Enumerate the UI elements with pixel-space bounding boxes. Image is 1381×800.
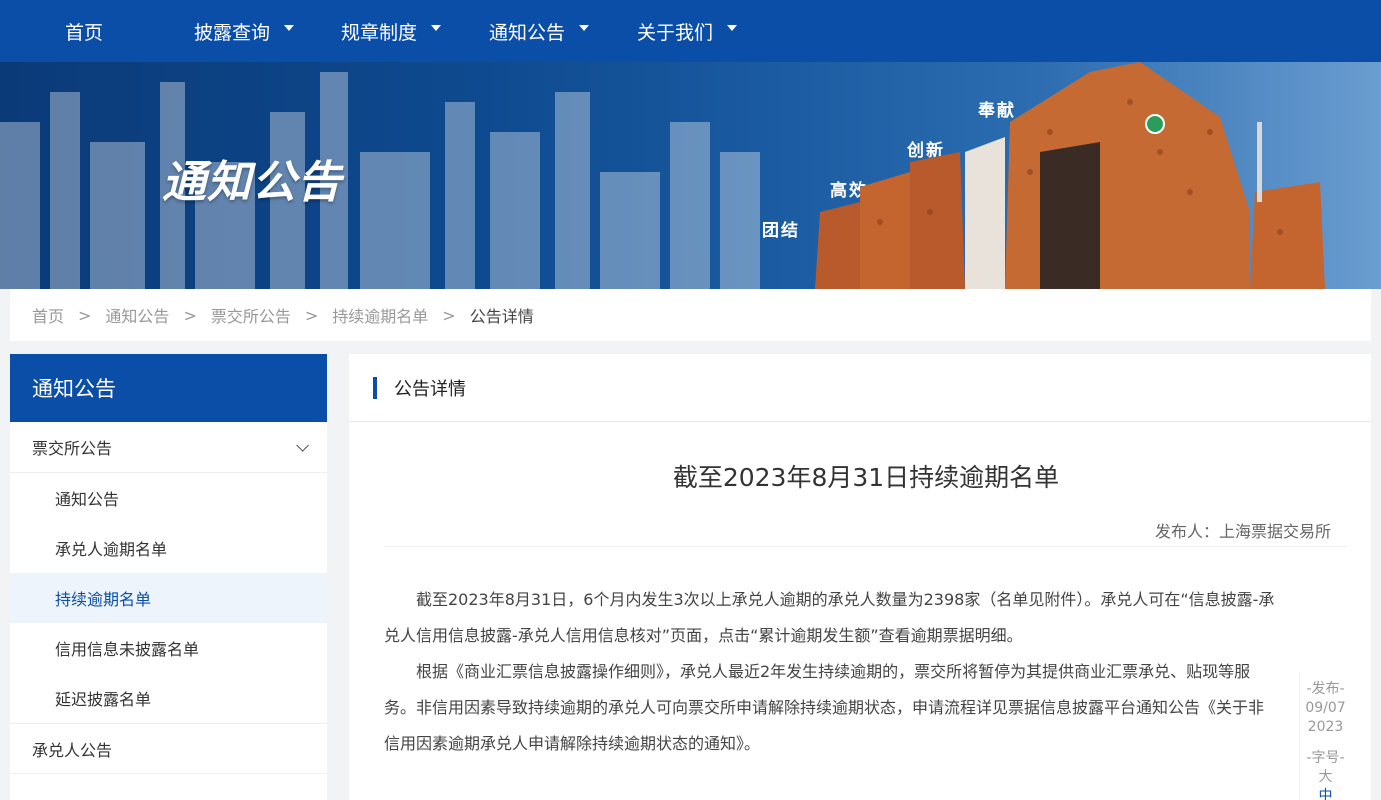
caret-down-icon [727, 25, 738, 31]
section-accent-bar [373, 376, 377, 399]
breadcrumb: 首页 > 通知公告 > 票交所公告 > 持续逾期名单 > 公告详情 [10, 289, 1371, 341]
nav-regulations-label: 规章制度 [341, 21, 418, 44]
nav-notices-label: 通知公告 [489, 21, 566, 44]
sidebar-item-delayed-disclosure[interactable]: 延迟披露名单 [10, 673, 327, 723]
article-title: 截至2023年8月31日持续逾期名单 [672, 463, 1060, 492]
nav-about[interactable]: 关于我们 [637, 0, 738, 62]
chevron-down-icon [296, 438, 309, 452]
sidebar-item-continuous-overdue[interactable]: 持续逾期名单 [10, 573, 327, 623]
breadcrumb-separator: > [78, 305, 92, 325]
article-paragraph-1: 截至2023年8月31日，6个月内发生3次以上承兑人逾期的承兑人数量为2398家… [384, 590, 1275, 645]
article-tools: -发布- 09/07 2023 -字号- 大 中 [1299, 672, 1351, 800]
breadcrumb-home[interactable]: 首页 [32, 303, 64, 327]
publish-date-day: 09/07 [1305, 700, 1346, 716]
main-content: 公告详情 截至2023年8月31日持续逾期名单 发布人：上海票据交易所 截至20… [349, 354, 1371, 800]
sidebar: 通知公告 票交所公告 通知公告 承兑人逾期名单 持续逾期名单 信用信息未披露名单… [10, 354, 327, 800]
sidebar-group-exchange-notices[interactable]: 票交所公告 [10, 422, 327, 473]
divider [384, 546, 1347, 547]
caret-down-icon [284, 25, 295, 31]
building-image [815, 62, 1325, 289]
sidebar-item-acceptor-overdue[interactable]: 承兑人逾期名单 [10, 523, 327, 573]
nav-home[interactable]: 首页 [65, 0, 103, 62]
nav-regulations[interactable]: 规章制度 [341, 0, 442, 62]
nav-home-label: 首页 [65, 21, 104, 44]
breadcrumb-separator: > [183, 305, 197, 325]
font-size-medium-button[interactable]: 中 [1300, 787, 1351, 800]
breadcrumb-separator: > [304, 305, 319, 325]
nav-disclosure-label: 披露查询 [194, 21, 271, 44]
article-paragraph-2: 根据《商业汇票信息披露操作细则》，承兑人最近2年发生持续逾期的，票交所将暂停为其… [384, 662, 1265, 753]
font-size-label: -字号- [1306, 750, 1345, 766]
top-nav: 首页 披露查询 规章制度 通知公告 关于我们 [0, 0, 1381, 62]
breadcrumb-notices[interactable]: 通知公告 [105, 303, 169, 327]
banner-title: 通知公告 [162, 157, 342, 208]
sidebar-item-notices[interactable]: 通知公告 [10, 473, 327, 523]
hero-banner: 通知公告 团结 高效 创新 奉献 [0, 62, 1381, 289]
nav-disclosure-query[interactable]: 披露查询 [194, 0, 295, 62]
sidebar-title: 通知公告 [10, 354, 327, 422]
caret-down-icon [431, 25, 442, 31]
publish-label: -发布- [1306, 681, 1345, 697]
nav-about-label: 关于我们 [637, 21, 714, 44]
caret-down-icon [579, 25, 590, 31]
sidebar-group-label: 票交所公告 [32, 439, 113, 458]
breadcrumb-current: 公告详情 [469, 307, 534, 326]
sidebar-item-undisclosed[interactable]: 信用信息未披露名单 [10, 623, 327, 673]
font-size-large-button[interactable]: 大 [1300, 768, 1351, 787]
breadcrumb-separator: > [442, 305, 456, 325]
article-publisher: 发布人：上海票据交易所 [1154, 522, 1331, 541]
breadcrumb-continuous-overdue[interactable]: 持续逾期名单 [332, 303, 428, 327]
nav-notices[interactable]: 通知公告 [489, 0, 590, 62]
breadcrumb-exchange-notices[interactable]: 票交所公告 [211, 303, 291, 327]
section-header: 公告详情 [349, 354, 1371, 422]
sidebar-group-acceptor-notices[interactable]: 承兑人公告 [10, 723, 327, 774]
publish-date-year: 2023 [1307, 719, 1344, 735]
section-title: 公告详情 [394, 378, 466, 400]
slogan-unity: 团结 [762, 221, 800, 241]
city-skyline-image [0, 72, 760, 289]
